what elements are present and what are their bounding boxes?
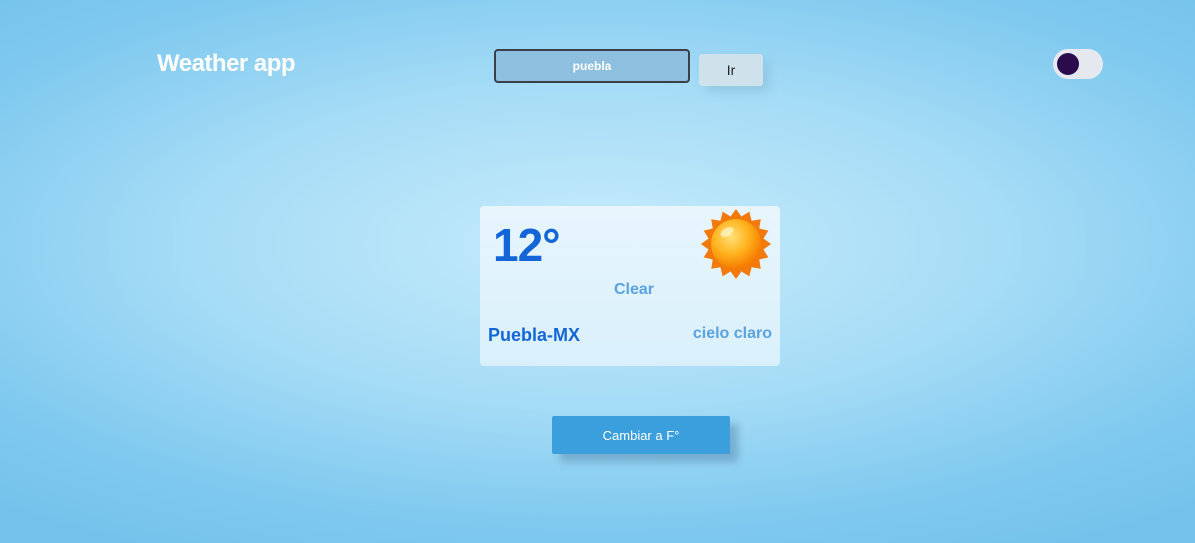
sun-icon	[701, 209, 771, 279]
city-name: Puebla-MX	[488, 325, 581, 345]
toggle-unit-button[interactable]: Cambiar a F°	[552, 416, 730, 454]
toggle-knob	[1057, 53, 1079, 75]
temperature: 12°	[493, 219, 561, 271]
condition-description: cielo claro	[692, 325, 772, 342]
theme-toggle[interactable]	[1053, 49, 1103, 79]
app-title: Weather app	[157, 50, 296, 77]
condition-main: Clear	[613, 281, 655, 298]
go-button[interactable]: Ir	[699, 54, 763, 86]
weather-card: 12° Clear Puebla-MX cielo claro	[480, 206, 780, 366]
search-input[interactable]	[494, 49, 690, 83]
